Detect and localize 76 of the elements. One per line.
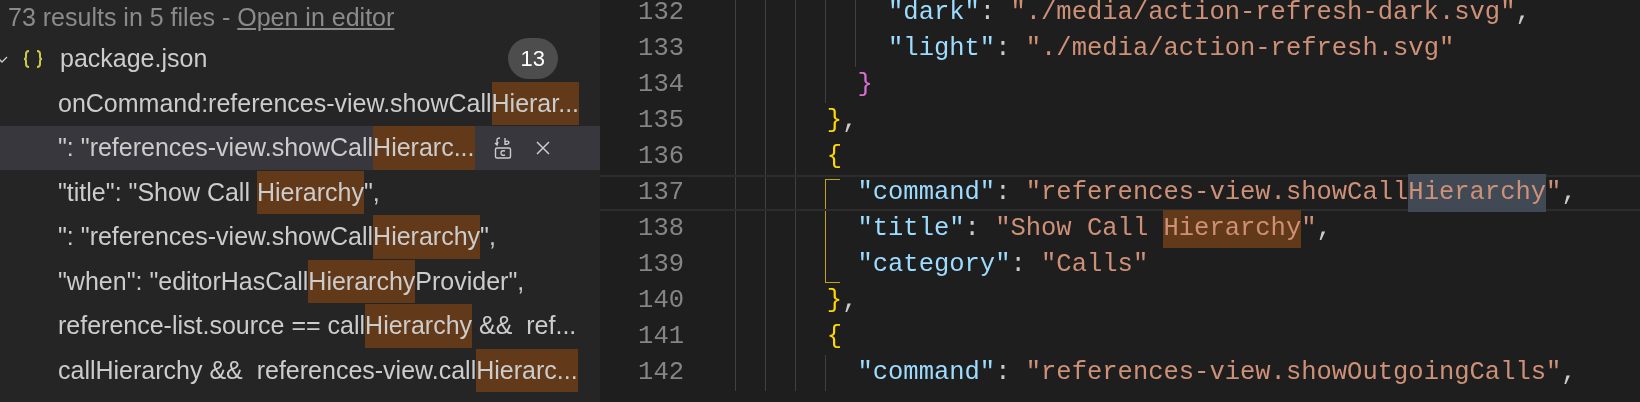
result-text: "title": "Show Call — [58, 176, 251, 208]
code-token: , — [1561, 356, 1577, 389]
code-token: "command" — [856, 176, 996, 209]
line-number: 137 — [637, 176, 684, 209]
search-result[interactable]: callHierarchy && references-view.callHierarc... — [0, 348, 600, 393]
code-token: "references-view.showCall — [1025, 176, 1409, 209]
line-number: 133 — [637, 32, 684, 65]
code-token: "Calls" — [1041, 248, 1149, 281]
match-highlight: Hierarc... — [373, 126, 475, 170]
code-token: , — [1515, 0, 1531, 29]
line-number: 135 — [637, 104, 684, 137]
code-token: "references-view.showOutgoingCalls" — [1025, 356, 1562, 389]
line-number: 134 — [637, 68, 684, 101]
search-result[interactable]: "when": "editorHasCallHierarchyProvider", — [0, 259, 600, 304]
search-result[interactable]: onCommand:references-view.showCallHierar... — [0, 81, 600, 126]
code-token: "light" — [887, 32, 996, 65]
code-token: { — [825, 140, 843, 173]
code-token: } — [825, 284, 843, 317]
line-number: 142 — [637, 356, 684, 389]
line-number: 132 — [637, 0, 684, 29]
match-highlight: Hierarchy — [256, 170, 364, 214]
search-result[interactable]: "title": "Show Call Hierarchy", — [0, 170, 600, 215]
code-token: : — [1010, 248, 1027, 281]
code-token: , — [1561, 176, 1577, 209]
match-count: 13 — [507, 38, 558, 79]
result-text: ", — [363, 176, 380, 208]
code-token: , — [842, 104, 858, 137]
result-text: callHierarchy && references-view.call — [58, 354, 477, 386]
code-token: : — [979, 0, 997, 29]
open-in-editor-link[interactable]: Open in editor — [237, 0, 395, 37]
code-token: "title" — [856, 212, 965, 245]
line-number: 140 — [637, 284, 684, 317]
file-name[interactable]: package.json — [60, 39, 208, 78]
code-token: "./media/action-refresh-dark.svg" — [1010, 0, 1516, 29]
close-icon[interactable] — [534, 139, 551, 156]
json-file-icon — [22, 47, 44, 70]
code-token: "./media/action-refresh.svg" — [1025, 32, 1455, 65]
code-token: : — [964, 212, 981, 245]
code-token: , — [1316, 212, 1332, 245]
code-token: : — [995, 32, 1012, 65]
code-token: Hierarchy — [1408, 173, 1547, 213]
line-number: 138 — [637, 212, 684, 245]
match-highlight: Hierar... — [491, 81, 580, 125]
result-text: && ref... — [478, 310, 577, 341]
results-summary: 73 results in 5 files - — [8, 2, 232, 34]
line-number: 139 — [637, 248, 684, 281]
code-token: "category" — [856, 248, 1011, 281]
result-text: onCommand:references-view.showCall — [58, 87, 492, 119]
match-highlight: Hierarc... — [476, 348, 578, 392]
search-result[interactable]: ": "references-view.showCallHierarchy", — [0, 214, 600, 259]
match-highlight: Hierarchy — [373, 215, 481, 259]
code-token: } — [825, 104, 843, 137]
line-number: 141 — [637, 320, 684, 353]
result-text: ", — [480, 221, 496, 252]
code-token: { — [825, 320, 843, 353]
result-text: ": "references-view.showCall — [58, 132, 374, 163]
line-number: 136 — [637, 140, 684, 173]
search-result[interactable]: reference-list.source == callHierarchy && ref... — [0, 303, 600, 348]
match-highlight: Hierarchy — [365, 304, 473, 348]
code-token: " — [1301, 212, 1317, 245]
result-text: Provider", — [415, 265, 525, 297]
code-token: " — [1546, 176, 1562, 209]
code-token: "dark" — [887, 0, 980, 29]
replace-icon[interactable] — [492, 135, 513, 160]
result-text: ": "references-view.showCall — [58, 221, 374, 252]
match-highlight: Hierarchy — [308, 259, 416, 303]
code-token: } — [856, 68, 873, 101]
search-result[interactable]: ": "references-view.showCallHierarc... — [0, 125, 600, 170]
code-token: , — [842, 284, 858, 317]
result-text: "when": "editorHasCall — [58, 265, 309, 297]
code-token: "Show Call — [995, 212, 1150, 245]
result-text: reference-list.source == call — [58, 310, 366, 341]
code-token: "command" — [856, 356, 996, 389]
code-token: : — [995, 176, 1012, 209]
code-token: : — [995, 356, 1012, 389]
code-token: Hierarchy — [1163, 209, 1302, 249]
